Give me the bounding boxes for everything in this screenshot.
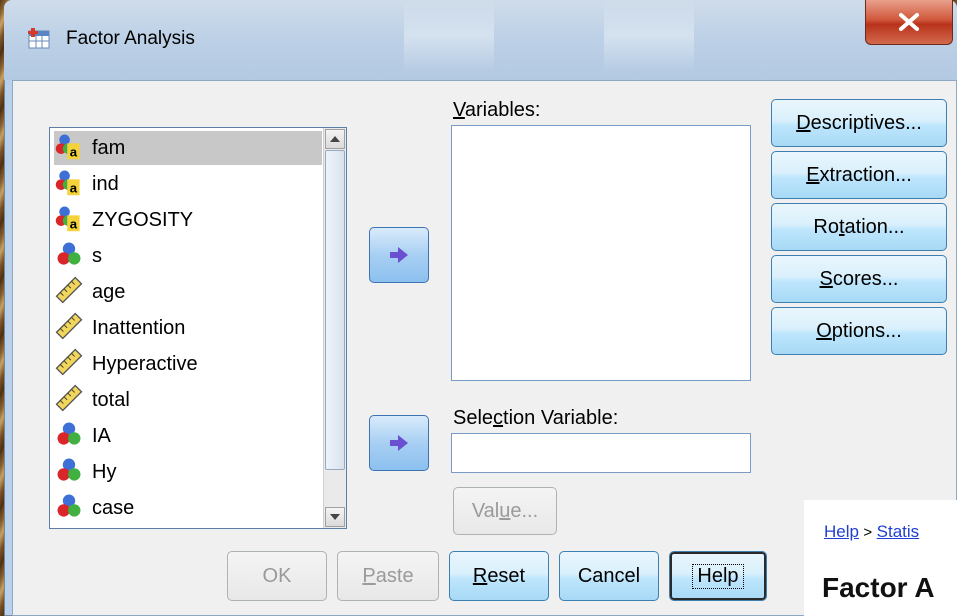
arrow-right-icon bbox=[390, 435, 408, 451]
list-item[interactable]: total bbox=[54, 383, 322, 417]
close-icon bbox=[899, 13, 919, 31]
list-item-label: age bbox=[92, 280, 126, 303]
list-item-label: s bbox=[92, 244, 102, 267]
rotation-button[interactable]: Ro t ation... bbox=[771, 203, 947, 251]
list-item-label: total bbox=[92, 388, 130, 411]
scroll-up-button[interactable] bbox=[325, 129, 345, 149]
arrow-right-icon bbox=[390, 247, 408, 263]
list-item-label: Hy bbox=[92, 460, 117, 483]
help-viewer-pane: Help > Statis Factor A bbox=[804, 500, 957, 616]
chevron-down-icon bbox=[330, 514, 340, 520]
list-scrollbar[interactable] bbox=[323, 128, 346, 528]
list-item[interactable]: IA bbox=[54, 419, 322, 453]
help-button[interactable]: Help bbox=[669, 551, 767, 601]
nominal-icon bbox=[54, 239, 88, 273]
reset-button[interactable]: Reset bbox=[449, 551, 549, 601]
nominal-icon bbox=[54, 491, 88, 525]
list-item[interactable]: Inattention bbox=[54, 311, 322, 345]
svg-text:a: a bbox=[70, 217, 78, 232]
value-button[interactable]: Val u e... bbox=[453, 487, 557, 535]
help-breadcrumb: Help > Statis bbox=[824, 522, 919, 542]
list-item[interactable]: case bbox=[54, 491, 322, 525]
list-item-label: IA bbox=[92, 424, 111, 447]
window-title: Factor Analysis bbox=[66, 28, 195, 49]
titlebar-reflection bbox=[404, 0, 494, 72]
nominal-string-icon: a bbox=[54, 167, 88, 201]
chevron-up-icon bbox=[330, 136, 340, 142]
scale-ruler-icon bbox=[54, 275, 88, 309]
list-item[interactable]: Hy bbox=[54, 455, 322, 489]
list-item-label: ind bbox=[92, 172, 119, 195]
options-button[interactable]: Options... bbox=[771, 307, 947, 355]
scores-button[interactable]: Scores... bbox=[771, 255, 947, 303]
help-home-link[interactable]: Help bbox=[824, 522, 859, 541]
move-to-selection-button[interactable] bbox=[369, 415, 429, 471]
list-item-label: ZYGOSITY bbox=[92, 208, 194, 231]
scale-ruler-icon bbox=[54, 347, 88, 381]
paste-button[interactable]: Paste bbox=[337, 551, 439, 601]
selection-variable-field[interactable] bbox=[451, 433, 751, 473]
source-variable-items: a fam a ind a ZYGOSITY s age Inattention Hyperact… bbox=[50, 128, 324, 528]
list-item[interactable]: a ZYGOSITY bbox=[54, 203, 322, 237]
descriptives-button[interactable]: Descriptives... bbox=[771, 99, 947, 147]
variables-target-list[interactable] bbox=[451, 125, 751, 381]
list-item-label: Inattention bbox=[92, 316, 186, 339]
list-item-label: case bbox=[92, 496, 135, 519]
list-item[interactable]: a fam bbox=[54, 131, 322, 165]
breadcrumb-separator: > bbox=[863, 524, 873, 541]
close-button[interactable] bbox=[865, 0, 953, 45]
help-page-title: Factor A bbox=[822, 572, 935, 603]
list-item[interactable]: age bbox=[54, 275, 322, 309]
scroll-down-button[interactable] bbox=[325, 507, 345, 527]
list-item-label: Hyperactive bbox=[92, 352, 198, 375]
factor-analysis-window: Factor Analysis a fam a ind a ZYGOSITY s age Ina… bbox=[4, 0, 957, 616]
nominal-icon bbox=[54, 455, 88, 489]
list-item[interactable]: s bbox=[54, 239, 322, 273]
scroll-thumb[interactable] bbox=[325, 150, 345, 470]
selection-variable-label: Selection Variable: bbox=[453, 407, 619, 429]
cancel-button[interactable]: Cancel bbox=[559, 551, 659, 601]
svg-text:a: a bbox=[70, 145, 78, 160]
titlebar-reflection bbox=[604, 0, 694, 72]
extraction-button[interactable]: Extraction... bbox=[771, 151, 947, 199]
nominal-icon bbox=[54, 419, 88, 453]
source-variable-list[interactable]: a fam a ind a ZYGOSITY s age Inattention Hyperact… bbox=[49, 127, 347, 529]
scale-ruler-icon bbox=[54, 383, 88, 417]
variables-label: Variables: bbox=[453, 99, 541, 121]
list-item[interactable]: a ind bbox=[54, 167, 322, 201]
help-statistics-link[interactable]: Statis bbox=[877, 522, 920, 541]
move-to-variables-button[interactable] bbox=[369, 227, 429, 283]
scale-ruler-icon bbox=[54, 311, 88, 345]
ok-button[interactable]: OK bbox=[227, 551, 327, 601]
title-bar[interactable]: Factor Analysis bbox=[4, 0, 957, 80]
nominal-string-icon: a bbox=[54, 131, 88, 165]
list-item[interactable]: Hyperactive bbox=[54, 347, 322, 381]
svg-text:a: a bbox=[70, 181, 78, 196]
list-item-label: fam bbox=[92, 136, 126, 159]
factor-analysis-app-icon bbox=[28, 28, 50, 49]
nominal-string-icon: a bbox=[54, 203, 88, 237]
